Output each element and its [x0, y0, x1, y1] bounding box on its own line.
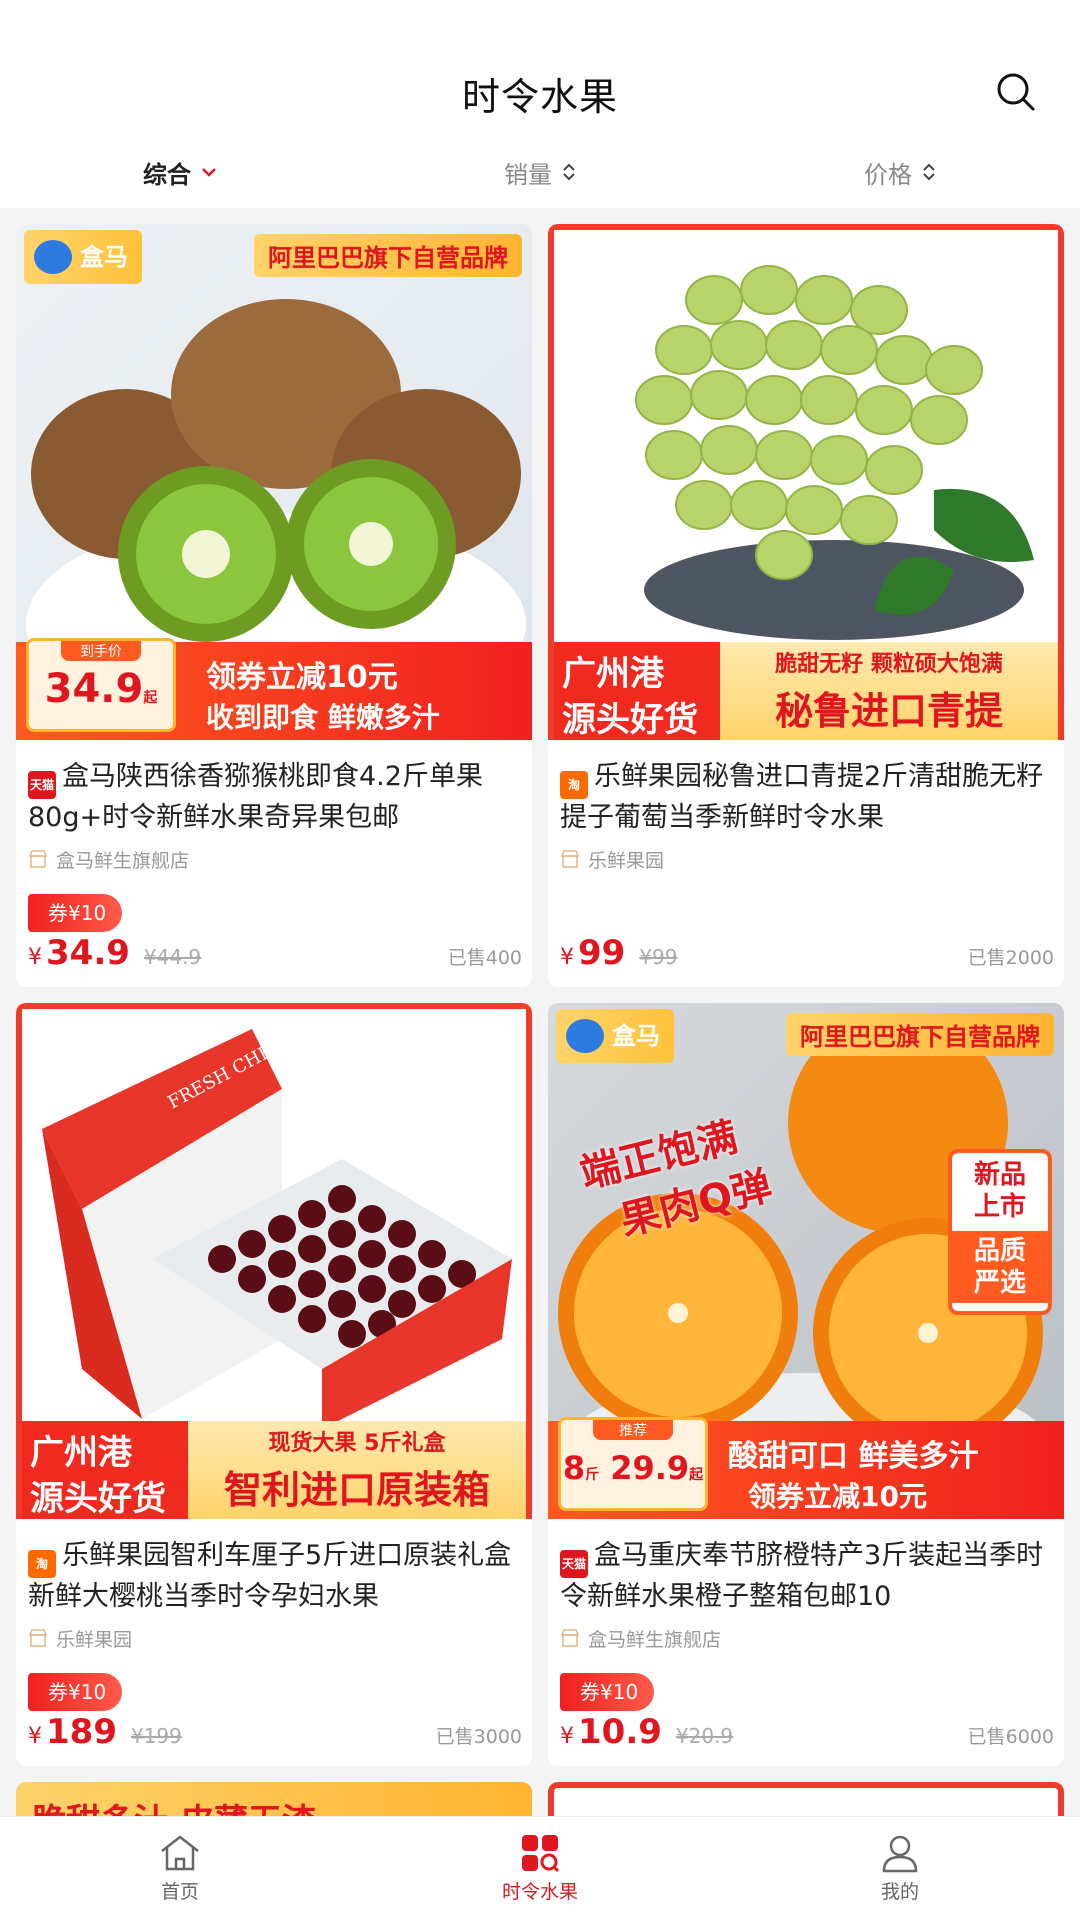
product-card[interactable]: 盒马 阿里巴巴旗下自营品牌 端正饱满 果肉Q弹 新品 上市 品质 严选 推荐 8斤…	[548, 1003, 1064, 1766]
tab-home[interactable]: 首页	[0, 1817, 360, 1920]
sort-comprehensive[interactable]: 综合	[0, 150, 360, 194]
product-image: 盒马 阿里巴巴旗下自营品牌 到手价 34.9起 领券立减10元 收到即食 鲜嫩多…	[16, 224, 532, 740]
currency-symbol: ¥	[28, 945, 42, 970]
sold-count: 已售6000	[967, 1726, 1054, 1748]
store-icon	[560, 850, 580, 868]
sort-price[interactable]: 价格	[720, 150, 1080, 194]
coupon-tag[interactable]: 券¥10	[28, 1673, 123, 1711]
store-name[interactable]: 乐鲜果园	[28, 1623, 520, 1653]
store-icon	[28, 850, 48, 868]
product-card[interactable]: FRESH CHERRIES 广州港 源头好货 现货大果 5斤礼盒 智利进口原装…	[16, 1003, 532, 1766]
bottom-tab-bar: 首页 时令水果 我的	[0, 1816, 1080, 1920]
sort-label: 价格	[864, 160, 912, 189]
product-title[interactable]: 淘乐鲜果园智利车厘子5斤进口原装礼盒新鲜大樱桃当季时令孕妇水果	[28, 1537, 520, 1613]
currency-symbol: ¥	[560, 1724, 574, 1749]
image-promo-banner: 到手价 34.9起 领券立减10元 收到即食 鲜嫩多汁	[16, 638, 532, 740]
image-top-tag: 阿里巴巴旗下自营品牌	[786, 1013, 1054, 1056]
tab-label: 首页	[160, 1881, 199, 1903]
taobao-badge-icon: 淘	[28, 1550, 56, 1578]
grape-illustration	[635, 265, 1034, 640]
store-icon	[560, 1629, 580, 1647]
currency-symbol: ¥	[560, 945, 574, 970]
coupon-tag[interactable]: 券¥10	[28, 894, 123, 932]
price-row: ¥ 34.9 ¥44.9 已售400	[28, 933, 522, 973]
page-title: 时令水果	[461, 75, 618, 119]
sold-count: 已售2000	[967, 947, 1054, 969]
sort-label: 销量	[504, 160, 552, 189]
category-icon	[522, 1835, 560, 1873]
product-title[interactable]: 淘乐鲜果园秘鲁进口青提2斤清甜脆无籽提子葡萄当季新鲜时令水果	[560, 758, 1052, 834]
sort-updown-icon	[563, 163, 575, 181]
product-card[interactable]: 广州港 源头好货 脆甜无籽 颗粒硕大饱满 秘鲁进口青提 淘乐鲜果园秘鲁进口青提2…	[548, 224, 1064, 987]
search-button[interactable]	[994, 70, 1038, 114]
tab-label: 时令水果	[501, 1881, 578, 1903]
user-icon	[882, 1835, 918, 1873]
taobao-badge-icon: 淘	[560, 771, 588, 799]
price: 10.9	[578, 1712, 662, 1752]
product-image: 盒马 阿里巴巴旗下自营品牌 端正饱满 果肉Q弹 新品 上市 品质 严选 推荐 8斤…	[548, 1003, 1064, 1519]
product-card[interactable]: 盒马 阿里巴巴旗下自营品牌 到手价 34.9起 领券立减10元 收到即食 鲜嫩多…	[16, 224, 532, 987]
sort-sales[interactable]: 销量	[360, 150, 720, 194]
cherry-box-illustration: FRESH CHERRIES	[42, 1013, 512, 1429]
sold-count: 已售3000	[435, 1726, 522, 1748]
header: 时令水果 综合 销量 价格	[0, 0, 1080, 208]
sort-bar: 综合 销量 价格	[0, 150, 1080, 194]
product-image: 广州港 源头好货 脆甜无籽 颗粒硕大饱满 秘鲁进口青提	[548, 224, 1064, 740]
original-price: ¥99	[639, 945, 678, 969]
store-name[interactable]: 乐鲜果园	[560, 844, 1052, 874]
price-row: ¥ 10.9 ¥20.9 已售6000	[560, 1712, 1054, 1752]
price: 34.9	[46, 933, 130, 973]
search-icon	[997, 73, 1035, 111]
tmall-badge-icon: 天猫	[28, 771, 56, 799]
original-price: ¥199	[130, 1724, 182, 1748]
price-row: ¥ 189 ¥199 已售3000	[28, 1712, 522, 1752]
product-image: FRESH CHERRIES 广州港 源头好货 现货大果 5斤礼盒 智利进口原装…	[16, 1003, 532, 1519]
product-title[interactable]: 天猫 盒马陕西徐香猕猴桃即食4.2斤单果80g+时令新鲜水果奇异果包邮	[28, 758, 520, 834]
hema-logo: 盒马	[24, 230, 142, 284]
tab-mine[interactable]: 我的	[720, 1817, 1080, 1920]
product-title[interactable]: 天猫 盒马重庆奉节脐橙特产3斤装起当季时令新鲜水果橙子整箱包邮10	[560, 1537, 1052, 1613]
original-price: ¥44.9	[143, 945, 202, 969]
price: 189	[46, 1712, 117, 1752]
price-row: ¥ 99 ¥99 已售2000	[560, 933, 1054, 973]
store-name[interactable]: 盒马鲜生旗舰店	[560, 1623, 1052, 1653]
tab-seasonal-fruit[interactable]: 时令水果	[360, 1817, 720, 1920]
chevron-down-icon	[202, 168, 216, 177]
coupon-tag[interactable]: 券¥10	[560, 1673, 655, 1711]
image-top-tag: 阿里巴巴旗下自营品牌	[254, 234, 522, 277]
tmall-badge-icon: 天猫	[560, 1550, 588, 1578]
store-name[interactable]: 盒马鲜生旗舰店	[28, 844, 520, 874]
original-price: ¥20.9	[675, 1724, 734, 1748]
tab-label: 我的	[880, 1881, 919, 1903]
new-arrival-tag: 新品 上市 品质 严选	[948, 1149, 1052, 1315]
image-promo-banner: 广州港 源头好货 脆甜无籽 颗粒硕大饱满 秘鲁进口青提	[554, 642, 1058, 740]
price: 99	[578, 933, 626, 973]
sort-label: 综合	[143, 160, 191, 189]
image-promo-banner: 广州港 源头好货 现货大果 5斤礼盒 智利进口原装箱	[22, 1421, 526, 1519]
currency-symbol: ¥	[28, 1724, 42, 1749]
price-badge: 到手价 34.9起	[26, 638, 176, 732]
price-badge: 推荐 8斤 29.9起	[558, 1417, 708, 1511]
image-promo-banner: 推荐 8斤 29.9起 酸甜可口 鲜美多汁 领券立减10元	[548, 1417, 1064, 1519]
store-icon	[28, 1629, 48, 1647]
home-icon	[161, 1835, 199, 1871]
hema-logo: 盒马	[556, 1009, 674, 1063]
sort-updown-icon	[923, 163, 935, 181]
sold-count: 已售400	[447, 947, 522, 969]
